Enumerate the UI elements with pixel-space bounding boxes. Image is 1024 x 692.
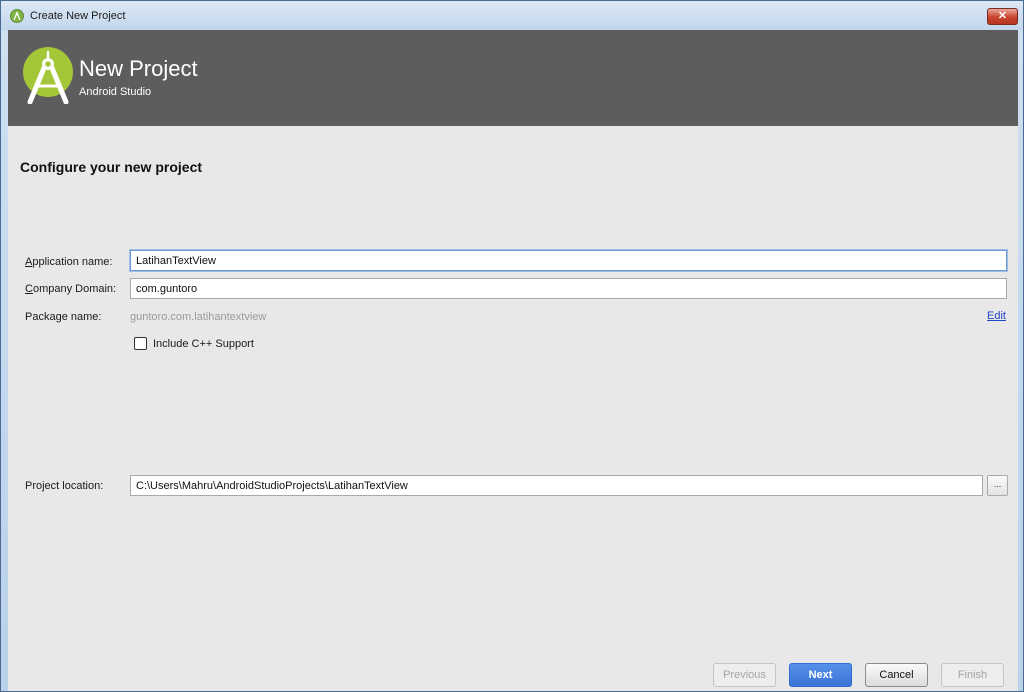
- cpp-support-checkbox[interactable]: [134, 337, 147, 350]
- edit-package-link[interactable]: Edit: [987, 310, 1006, 322]
- project-location-input[interactable]: [130, 475, 983, 496]
- android-studio-logo-icon: [23, 47, 73, 104]
- package-name-value: guntoro.com.latihantextview: [130, 311, 267, 323]
- window-title: Create New Project: [30, 10, 126, 22]
- previous-button[interactable]: Previous: [713, 663, 776, 687]
- browse-location-button[interactable]: ...: [987, 475, 1008, 496]
- header-title: New Project: [79, 56, 198, 81]
- close-icon: ✕: [997, 10, 1008, 22]
- package-name-label: Package name:: [25, 311, 102, 323]
- company-domain-label: Company Domain:: [25, 283, 117, 295]
- application-name-input[interactable]: [130, 250, 1007, 271]
- dialog-window: Create New Project ✕ New Project Android…: [0, 0, 1024, 692]
- project-location-label: Project location:: [25, 480, 104, 492]
- cpp-support-label: Include C++ Support: [153, 338, 254, 350]
- cancel-button[interactable]: Cancel: [865, 663, 928, 687]
- android-studio-app-icon: [10, 9, 24, 23]
- title-bar[interactable]: Create New Project ✕: [1, 1, 1023, 30]
- finish-button[interactable]: Finish: [941, 663, 1004, 687]
- wizard-header: New Project Android Studio: [8, 30, 1018, 126]
- header-subtitle: Android Studio: [79, 86, 152, 98]
- company-domain-input[interactable]: [130, 278, 1007, 299]
- window-close-button[interactable]: ✕: [987, 8, 1018, 25]
- application-name-label: Application name:: [25, 256, 113, 268]
- page-title: Configure your new project: [20, 159, 203, 175]
- dialog-content: New Project Android Studio Configure you…: [8, 30, 1018, 691]
- next-button[interactable]: Next: [789, 663, 852, 687]
